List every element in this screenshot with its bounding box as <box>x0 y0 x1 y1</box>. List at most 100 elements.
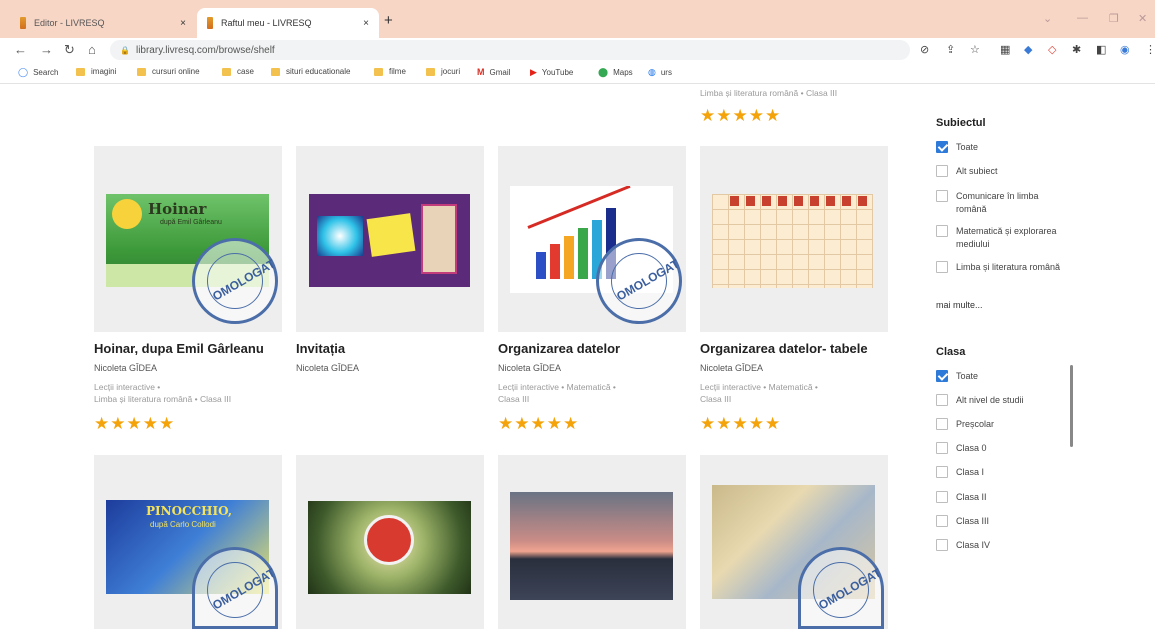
checkbox[interactable] <box>936 466 948 478</box>
profile-avatar-icon[interactable]: ◉ <box>1120 43 1130 56</box>
card-title[interactable]: Organizarea datelor- tabele <box>700 341 868 356</box>
card-author[interactable]: Nicoleta GÎDEA <box>498 363 561 373</box>
checkbox[interactable] <box>936 539 948 551</box>
extension-red-icon[interactable]: ◇ <box>1048 43 1056 56</box>
card-thumbnail-money[interactable]: OMOLOGAT <box>700 455 888 629</box>
tab-strip: Editor - LIVRESQ × Raftul meu - LIVRESQ … <box>0 0 1155 38</box>
bookmark-label: YouTube <box>541 68 574 77</box>
bookmark-case[interactable]: case <box>222 67 254 76</box>
folder-icon <box>137 67 146 76</box>
cover-title: Hoinar <box>148 200 207 218</box>
grade-filter-heading: Clasa <box>936 346 966 358</box>
address-bar[interactable]: 🔒 library.livresq.com/browse/shelf <box>110 40 910 60</box>
filter-grade-prescolar[interactable]: Preșcolar <box>936 418 994 431</box>
card-author[interactable]: Nicoleta GÎDEA <box>700 363 763 373</box>
minimize-icon[interactable]: — <box>1077 12 1088 24</box>
bookmark-search[interactable]: ◯ Search <box>18 67 58 78</box>
checkbox[interactable] <box>936 141 948 153</box>
card-thumbnail-organizarea-datelor[interactable]: OMOLOGAT <box>498 146 686 332</box>
side-panel-icon[interactable]: ◧ <box>1096 43 1106 56</box>
bookmark-situri-educationale[interactable]: situri educationale <box>271 67 350 76</box>
gmail-icon: M <box>477 67 485 77</box>
checkbox[interactable] <box>936 190 948 202</box>
menu-kebab-icon[interactable]: ⋮ <box>1145 43 1155 56</box>
youtube-icon: ▶ <box>530 67 537 77</box>
tab-search-icon[interactable]: ⌄ <box>1043 12 1052 25</box>
more-subjects-link[interactable]: mai multe... <box>936 300 983 310</box>
checkbox[interactable] <box>936 261 948 273</box>
bookmark-label: urs <box>660 68 672 77</box>
bookmark-star-icon[interactable]: ☆ <box>970 43 980 56</box>
filter-subject-alt[interactable]: Alt subiect <box>936 165 1096 178</box>
checkbox[interactable] <box>936 370 948 382</box>
card-meta: Lecții interactive • Matematică • <box>498 382 616 392</box>
checkbox[interactable] <box>936 491 948 503</box>
bookmark-maps[interactable]: ⬤ Maps <box>598 67 633 78</box>
back-icon[interactable]: ← <box>14 42 27 57</box>
filter-subject-comunicare[interactable]: Comunicare în limba română <box>936 190 1066 216</box>
checkbox[interactable] <box>936 394 948 406</box>
checkbox[interactable] <box>936 515 948 527</box>
filter-grade-clasa-iv[interactable]: Clasa IV <box>936 539 990 552</box>
filter-label: Clasa I <box>956 467 985 477</box>
bookmark-urs[interactable]: ◍ urs <box>648 67 672 78</box>
omologat-stamp: OMOLOGAT <box>596 238 682 324</box>
filter-subject-matematica[interactable]: Matematică și explorarea mediului <box>936 225 1086 251</box>
reload-icon[interactable]: ↻ <box>64 42 75 58</box>
bookmark-jocuri[interactable]: jocuri <box>426 67 460 76</box>
share-icon[interactable]: ⇪ <box>946 43 955 56</box>
search-icon: ◯ <box>18 67 29 77</box>
filter-grade-clasa-iii[interactable]: Clasa III <box>936 515 989 528</box>
new-tab-button[interactable]: + <box>384 12 393 29</box>
home-icon[interactable]: ⌂ <box>88 42 96 57</box>
checkbox[interactable] <box>936 418 948 430</box>
close-tab-icon[interactable]: × <box>363 18 369 29</box>
tab-editor[interactable]: Editor - LIVRESQ × <box>10 8 196 38</box>
maximize-icon[interactable]: ❐ <box>1109 12 1119 25</box>
filter-grade-alt-nivel[interactable]: Alt nivel de studii <box>936 394 1024 407</box>
card-meta: Lecții interactive • Matematică • <box>700 382 818 392</box>
filter-label: Toate <box>956 371 979 381</box>
cover-title: PINOCCHIO, <box>146 504 233 518</box>
checkbox[interactable] <box>936 225 948 237</box>
puzzle-extensions-icon[interactable]: ✱ <box>1072 43 1081 56</box>
bookmark-cursuri-online[interactable]: cursuri online <box>137 67 200 76</box>
bookmark-imagini[interactable]: imagini <box>76 67 116 76</box>
card-title[interactable]: Organizarea datelor <box>498 341 620 356</box>
tab-raftul-meu[interactable]: Raftul meu - LIVRESQ × <box>197 8 379 38</box>
bookmark-filme[interactable]: filme <box>374 67 406 76</box>
filter-grade-clasa-ii[interactable]: Clasa II <box>936 491 987 504</box>
close-window-icon[interactable]: ✕ <box>1138 12 1147 25</box>
card-thumbnail-pinocchio[interactable]: PINOCCHIO, după Carlo Collodi OMOLOGAT <box>94 455 282 629</box>
card-thumbnail-sunset[interactable] <box>498 455 686 629</box>
livresq-favicon-icon <box>20 17 26 29</box>
bookmark-gmail[interactable]: M Gmail <box>477 67 510 77</box>
bookmark-youtube[interactable]: ▶ YouTube <box>530 67 573 78</box>
filter-scrollbar[interactable] <box>1070 365 1073 447</box>
card-title[interactable]: Invitația <box>296 341 345 356</box>
card-thumbnail-hoinar[interactable]: Hoinar după Emil Gârleanu OMOLOGAT <box>94 146 282 332</box>
filter-grade-clasa-0[interactable]: Clasa 0 <box>936 442 987 455</box>
card-thumbnail-organizarea-tabele[interactable] <box>700 146 888 332</box>
checkbox[interactable] <box>936 442 948 454</box>
card-author[interactable]: Nicoleta GÎDEA <box>94 363 157 373</box>
card-title[interactable]: Hoinar, dupa Emil Gârleanu <box>94 341 264 356</box>
filter-subject-toate[interactable]: Toate <box>936 141 1096 154</box>
lock-icon: 🔒 <box>120 45 130 55</box>
rating-stars: ★★★★★ <box>700 106 782 125</box>
filter-grade-clasa-i[interactable]: Clasa I <box>936 466 984 479</box>
close-tab-icon[interactable]: × <box>180 18 186 29</box>
extension-grid-icon[interactable]: ▦ <box>1000 43 1010 56</box>
card-author[interactable]: Nicoleta GÎDEA <box>296 363 359 373</box>
forward-icon[interactable]: → <box>40 42 53 57</box>
filter-subject-limba[interactable]: Limba și literatura română <box>936 261 1061 274</box>
checkbox[interactable] <box>936 165 948 177</box>
folder-icon <box>426 67 435 76</box>
eye-off-icon[interactable]: ⊘ <box>920 43 929 56</box>
filter-grade-toate[interactable]: Toate <box>936 370 978 383</box>
card-thumbnail-invitatia[interactable] <box>296 146 484 332</box>
filter-label: Matematică și explorarea mediului <box>956 226 1057 249</box>
extension-icon[interactable]: ◆ <box>1024 43 1032 56</box>
card-thumbnail-christmas[interactable] <box>296 455 484 629</box>
card-meta: Clasa III <box>498 394 530 404</box>
